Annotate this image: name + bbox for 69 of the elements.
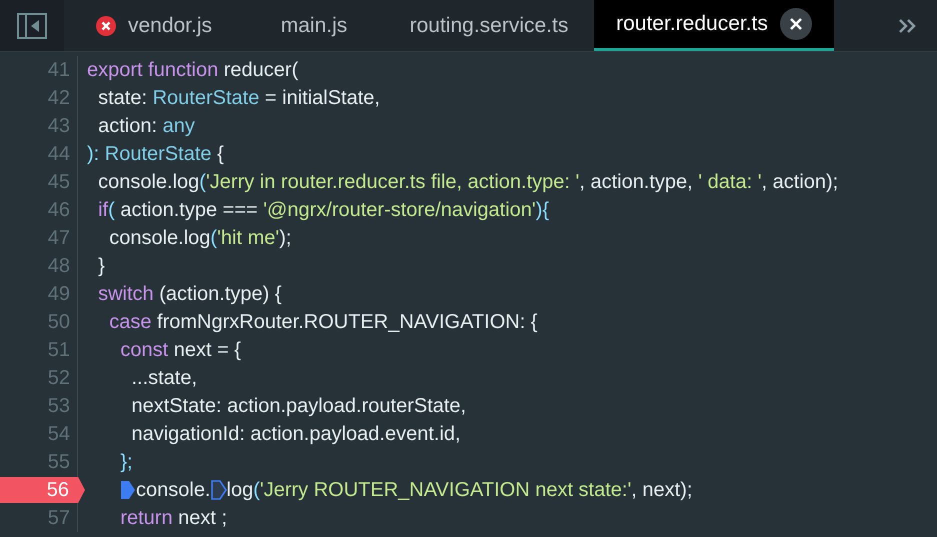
line-number: 49 <box>46 282 70 307</box>
code-token: fromNgrxRouter.ROUTER_NAVIGATION: { <box>156 310 538 335</box>
code-token: switch <box>97 282 154 307</box>
code-token: return <box>119 506 173 531</box>
code-token: ...state, <box>130 366 198 391</box>
code-token: const <box>119 338 168 363</box>
code-token: RouterState <box>104 142 212 167</box>
code-token: , action.type, <box>579 170 694 195</box>
inline-breakpoint-icon[interactable] <box>120 480 136 500</box>
code-token: log <box>226 478 254 503</box>
code-token: reducer( <box>222 58 298 83</box>
code-token: ( <box>253 478 260 503</box>
code-token: { <box>216 142 224 167</box>
code-token: RouterState <box>152 86 260 111</box>
code-token: if <box>97 198 108 223</box>
code-token: 'hit me' <box>217 226 280 251</box>
line-number: 57 <box>46 506 70 531</box>
file-tab[interactable]: main.js <box>244 0 384 51</box>
code-token: case <box>108 310 152 335</box>
code-token: ( <box>210 226 218 251</box>
line-number: 52 <box>46 366 70 391</box>
code-token: = initialState, <box>264 86 380 111</box>
code-token: 'Jerry ROUTER_NAVIGATION next state:' <box>260 478 632 503</box>
line-number: 48 <box>46 254 70 279</box>
line-number: 56 <box>0 477 85 503</box>
code-token: ( <box>108 198 115 223</box>
line-number: 47 <box>46 226 70 251</box>
code-token: action: <box>97 114 158 139</box>
code-token: ' data: ' <box>698 170 762 195</box>
line-number: 42 <box>46 86 70 111</box>
file-tab[interactable]: routing.service.ts <box>384 0 594 51</box>
close-icon[interactable] <box>780 8 812 40</box>
code-token: navigationId: action.payload.event.id, <box>130 422 461 447</box>
line-number: 43 <box>46 114 70 139</box>
line-number: 51 <box>46 338 70 363</box>
file-tab[interactable]: vendor.js <box>64 0 244 51</box>
line-number: 41 <box>46 58 70 83</box>
code-token: next = { <box>172 338 241 363</box>
code-token: ){ <box>536 198 550 223</box>
code-token: ); <box>279 226 292 251</box>
code-token: state: <box>97 86 148 111</box>
sidebar-toggle-icon[interactable] <box>17 12 47 38</box>
file-tab[interactable]: router.reducer.ts <box>594 0 834 51</box>
code-token: export function <box>87 58 218 83</box>
line-number: 45 <box>46 170 70 195</box>
code-token: console. <box>136 478 210 503</box>
code-token: '@ngrx/router-store/navigation' <box>263 198 536 223</box>
code-token: ( <box>199 170 206 195</box>
code-token: any <box>162 114 195 139</box>
line-number: 54 <box>46 422 70 447</box>
code-token: } <box>97 254 105 279</box>
line-number: 50 <box>46 310 70 335</box>
line-number: 44 <box>46 142 70 167</box>
code-token: , action); <box>762 170 838 195</box>
code-token: action.type === <box>119 198 259 223</box>
code-token: , next); <box>631 478 692 503</box>
inline-breakpoint-icon[interactable] <box>210 480 226 500</box>
code-token: next ; <box>177 506 228 531</box>
line-number: 46 <box>46 198 70 223</box>
code-token: console.log <box>97 170 200 195</box>
line-number: 55 <box>46 450 70 475</box>
code-token: ): <box>87 142 100 167</box>
chevrons-icon[interactable] <box>897 18 917 34</box>
code-token: 'Jerry in router.reducer.ts file, action.type: ' <box>206 170 580 195</box>
code-token: }; <box>119 450 133 475</box>
code-token: console.log <box>108 226 210 251</box>
line-number: 53 <box>46 394 70 419</box>
code-token: nextState: action.payload.routerState, <box>130 394 466 419</box>
code-token: (action.type) { <box>158 282 282 307</box>
